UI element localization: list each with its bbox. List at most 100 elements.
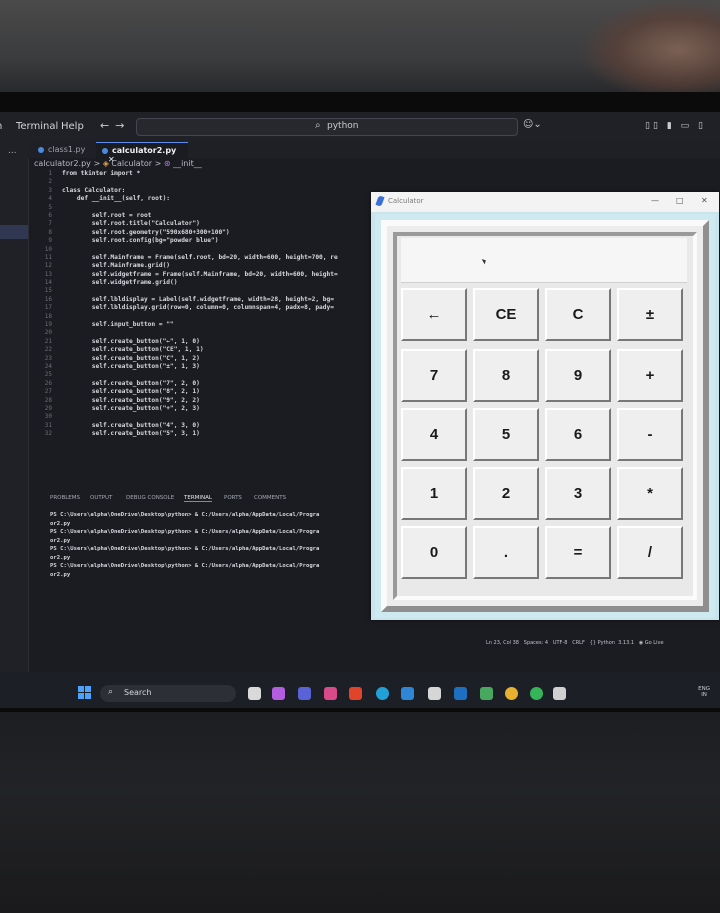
code-line[interactable] xyxy=(62,287,382,295)
code-line[interactable]: self.create_button("C", 1, 2) xyxy=(62,355,382,363)
instagram-icon[interactable] xyxy=(324,687,337,700)
code-line[interactable]: self.create_button("←", 1, 0) xyxy=(62,338,382,346)
line-ending[interactable]: CRLF xyxy=(572,640,585,646)
code-line[interactable]: self.Mainframe.grid() xyxy=(62,262,382,270)
calc-key-r2-c1[interactable]: 7 xyxy=(401,349,467,402)
code-line[interactable]: def __init__(self, root): xyxy=(62,195,382,203)
code-line[interactable]: self.create_button("7", 2, 0) xyxy=(62,380,382,388)
system-tray[interactable]: ENG IN xyxy=(698,686,710,698)
code-line[interactable]: self.widgetframe.grid() xyxy=(62,279,382,287)
file-explorer-icon[interactable] xyxy=(428,687,441,700)
code-line[interactable]: self.create_button("CE", 1, 1) xyxy=(62,346,382,354)
calc-key-r2-c4[interactable]: + xyxy=(617,349,683,402)
calc-key-r4-c1[interactable]: 1 xyxy=(401,467,467,520)
calc-key-r4-c3[interactable]: 3 xyxy=(545,467,611,520)
calc-key-r1-c4[interactable]: ± xyxy=(617,288,683,341)
copilot-app-icon[interactable] xyxy=(272,687,285,700)
command-center-search[interactable]: ⌕ python xyxy=(136,118,518,136)
code-line[interactable]: self.lbldisplay.grid(row=0, column=0, co… xyxy=(62,304,382,312)
layout-icon[interactable]: ▯▯ xyxy=(645,121,661,131)
whatsapp-icon[interactable] xyxy=(530,687,543,700)
code-line[interactable] xyxy=(62,313,382,321)
calc-key-r3-c3[interactable]: 6 xyxy=(545,408,611,461)
calc-key-r3-c2[interactable]: 5 xyxy=(473,408,539,461)
code-editor[interactable]: from tkinter import * class Calculator: d… xyxy=(62,170,382,492)
brave-browser-icon[interactable] xyxy=(349,687,362,700)
code-line[interactable]: self.create_button("±", 1, 3) xyxy=(62,363,382,371)
code-line[interactable] xyxy=(62,413,382,421)
chrome-icon[interactable] xyxy=(505,687,518,700)
calc-key-r1-c1[interactable]: ← xyxy=(401,288,467,341)
maximize-icon[interactable]: □ xyxy=(676,196,684,205)
go-live-button[interactable]: Go Live xyxy=(645,640,664,646)
calculator-title-bar[interactable]: Calculator — □ ✕ xyxy=(371,192,719,212)
secondary-sidebar-icon[interactable]: ▯ xyxy=(698,121,706,131)
code-line[interactable]: class Calculator: xyxy=(62,187,382,195)
panel-tab-comments[interactable]: COMMENTS xyxy=(254,495,286,501)
code-line[interactable]: self.create_button("5", 3, 1) xyxy=(62,430,382,438)
panel-tab-terminal[interactable]: TERMINAL xyxy=(184,495,212,502)
vscode-icon[interactable] xyxy=(401,687,414,700)
encoding[interactable]: UTF-8 xyxy=(553,640,568,646)
widgets-icon[interactable] xyxy=(248,687,261,700)
code-line[interactable]: self.root.geometry("590x680+300+100") xyxy=(62,229,382,237)
calc-key-r4-c2[interactable]: 2 xyxy=(473,467,539,520)
copilot-icon[interactable]: ☺⌄ xyxy=(523,119,542,130)
code-line[interactable]: from tkinter import * xyxy=(62,170,382,178)
calc-key-r2-c3[interactable]: 9 xyxy=(545,349,611,402)
breadcrumb-class[interactable]: Calculator xyxy=(111,159,152,168)
calc-key-r3-c1[interactable]: 4 xyxy=(401,408,467,461)
sidebar-toggle-icon[interactable]: ▮ xyxy=(667,121,675,131)
breadcrumb-method[interactable]: __init__ xyxy=(173,159,202,168)
code-line[interactable] xyxy=(62,204,382,212)
more-icon[interactable]: ... xyxy=(8,146,17,156)
calc-key-r5-c2[interactable]: . xyxy=(473,526,539,579)
breadcrumb-file[interactable]: calculator2.py xyxy=(34,159,91,168)
code-line[interactable]: self.root.title("Calculator") xyxy=(62,220,382,228)
panel-tab-output[interactable]: OUTPUT xyxy=(90,495,112,501)
tab-class1[interactable]: class1.py xyxy=(32,142,96,158)
back-arrow-icon[interactable]: ← xyxy=(100,119,115,132)
close-icon[interactable]: ✕ xyxy=(701,196,708,205)
code-line[interactable]: self.root.config(bg="powder blue") xyxy=(62,237,382,245)
menu-item-terminal[interactable]: Terminal xyxy=(16,121,58,132)
sidebar-selected-item[interactable] xyxy=(0,225,28,239)
code-line[interactable]: self.input_button = "" xyxy=(62,321,382,329)
panel-tab-ports[interactable]: PORTS xyxy=(224,495,242,501)
calc-key-r4-c4[interactable]: * xyxy=(617,467,683,520)
code-line[interactable] xyxy=(62,246,382,254)
windows-start-icon[interactable] xyxy=(78,686,92,700)
calc-key-r2-c2[interactable]: 8 xyxy=(473,349,539,402)
code-line[interactable] xyxy=(62,178,382,186)
code-line[interactable]: self.create_button("9", 2, 2) xyxy=(62,397,382,405)
terminal-output[interactable]: PS C:\Users\alpha\OneDrive\Desktop\pytho… xyxy=(50,512,370,602)
forward-arrow-icon[interactable]: → xyxy=(115,119,130,132)
app-icon-2[interactable] xyxy=(553,687,566,700)
menu-item-partial[interactable]: n xyxy=(0,121,2,132)
calc-key-r5-c4[interactable]: / xyxy=(617,526,683,579)
indentation[interactable]: Spaces: 4 xyxy=(524,640,548,646)
linkedin-icon[interactable] xyxy=(454,687,467,700)
taskbar-search[interactable]: ⌕ Search xyxy=(100,685,236,702)
language-mode[interactable]: Python xyxy=(598,640,615,646)
calc-key-r1-c3[interactable]: C xyxy=(545,288,611,341)
edge-browser-icon[interactable] xyxy=(376,687,389,700)
code-line[interactable]: self.widgetframe = Frame(self.Mainframe,… xyxy=(62,271,382,279)
panel-toggle-icon[interactable]: ▭ xyxy=(681,121,693,131)
teams-icon[interactable] xyxy=(298,687,311,700)
cursor-position[interactable]: Ln 23, Col 38 xyxy=(486,640,519,646)
code-line[interactable]: self.create_button("8", 2, 1) xyxy=(62,388,382,396)
calc-key-r5-c3[interactable]: = xyxy=(545,526,611,579)
panel-tab-problems[interactable]: PROBLEMS xyxy=(50,495,80,501)
menu-item-help[interactable]: Help xyxy=(61,121,84,132)
code-line[interactable] xyxy=(62,329,382,337)
calc-key-r1-c2[interactable]: CE xyxy=(473,288,539,341)
code-line[interactable]: self.create_button("4", 3, 0) xyxy=(62,422,382,430)
minimize-icon[interactable]: — xyxy=(651,196,659,205)
calc-key-r5-c1[interactable]: 0 xyxy=(401,526,467,579)
tab-calculator2[interactable]: calculator2.py ✕ xyxy=(96,142,188,164)
calc-key-r3-c4[interactable]: - xyxy=(617,408,683,461)
code-line[interactable]: self.lbldisplay = Label(self.widgetframe… xyxy=(62,296,382,304)
code-line[interactable] xyxy=(62,371,382,379)
app-icon[interactable] xyxy=(480,687,493,700)
